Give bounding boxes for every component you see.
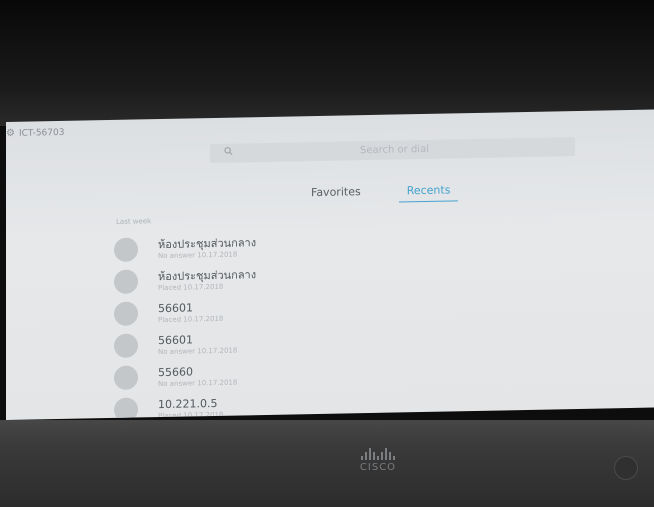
cisco-logo: CISCO <box>346 448 410 473</box>
tab-bar: Favorites Recents <box>303 183 459 204</box>
list-item[interactable]: ห้องประชุมส่วนกลาง No answer 10.17.2018 <box>114 231 256 266</box>
cisco-bars-icon <box>346 448 410 460</box>
search-icon <box>224 147 233 156</box>
section-label: Last week <box>116 217 152 226</box>
avatar <box>114 397 138 420</box>
avatar <box>114 237 138 262</box>
avatar <box>114 301 138 326</box>
list-item[interactable]: ห้องประชุมส่วนกลาง Placed 10.17.2018 <box>114 263 256 298</box>
gear-icon[interactable]: ⚙ <box>6 128 15 139</box>
call-status: No answer 10.17.2018 <box>158 250 238 260</box>
bottom-bezel <box>0 420 654 507</box>
list-item[interactable]: 55660 No answer 10.17.2018 <box>114 359 256 394</box>
tab-favorites[interactable]: Favorites <box>303 185 369 204</box>
list-item[interactable]: 10.221.0.5 Placed 10.17.2018 <box>114 391 256 420</box>
call-status: No answer 10.17.2018 <box>158 378 238 388</box>
device-header: ⚙ ICT-56703 <box>6 127 64 139</box>
home-button[interactable] <box>614 456 638 480</box>
avatar <box>114 365 138 390</box>
call-status: Placed 10.17.2018 <box>158 314 224 324</box>
avatar <box>114 333 138 358</box>
search-bar[interactable] <box>210 137 575 164</box>
contact-name: 10.221.0.5 <box>158 396 218 411</box>
top-bezel <box>0 0 654 126</box>
device-name: ICT-56703 <box>18 127 65 139</box>
avatar <box>114 269 138 294</box>
call-status: Placed 10.17.2018 <box>158 282 224 292</box>
recents-list: ห้องประชุมส่วนกลาง No answer 10.17.2018 … <box>114 231 256 420</box>
call-status: No answer 10.17.2018 <box>158 346 238 356</box>
tab-recents[interactable]: Recents <box>398 183 459 203</box>
call-status: Placed 10.17.2018 <box>158 410 224 420</box>
list-item[interactable]: 56601 Placed 10.17.2018 <box>114 295 256 330</box>
search-input[interactable] <box>360 141 560 157</box>
list-item[interactable]: 56601 No answer 10.17.2018 <box>114 327 256 362</box>
touch-screen: ⚙ ICT-56703 Favorites Recents Last week … <box>6 109 654 420</box>
cisco-logo-text: CISCO <box>359 462 397 473</box>
contact-name: 56601 <box>158 300 193 315</box>
